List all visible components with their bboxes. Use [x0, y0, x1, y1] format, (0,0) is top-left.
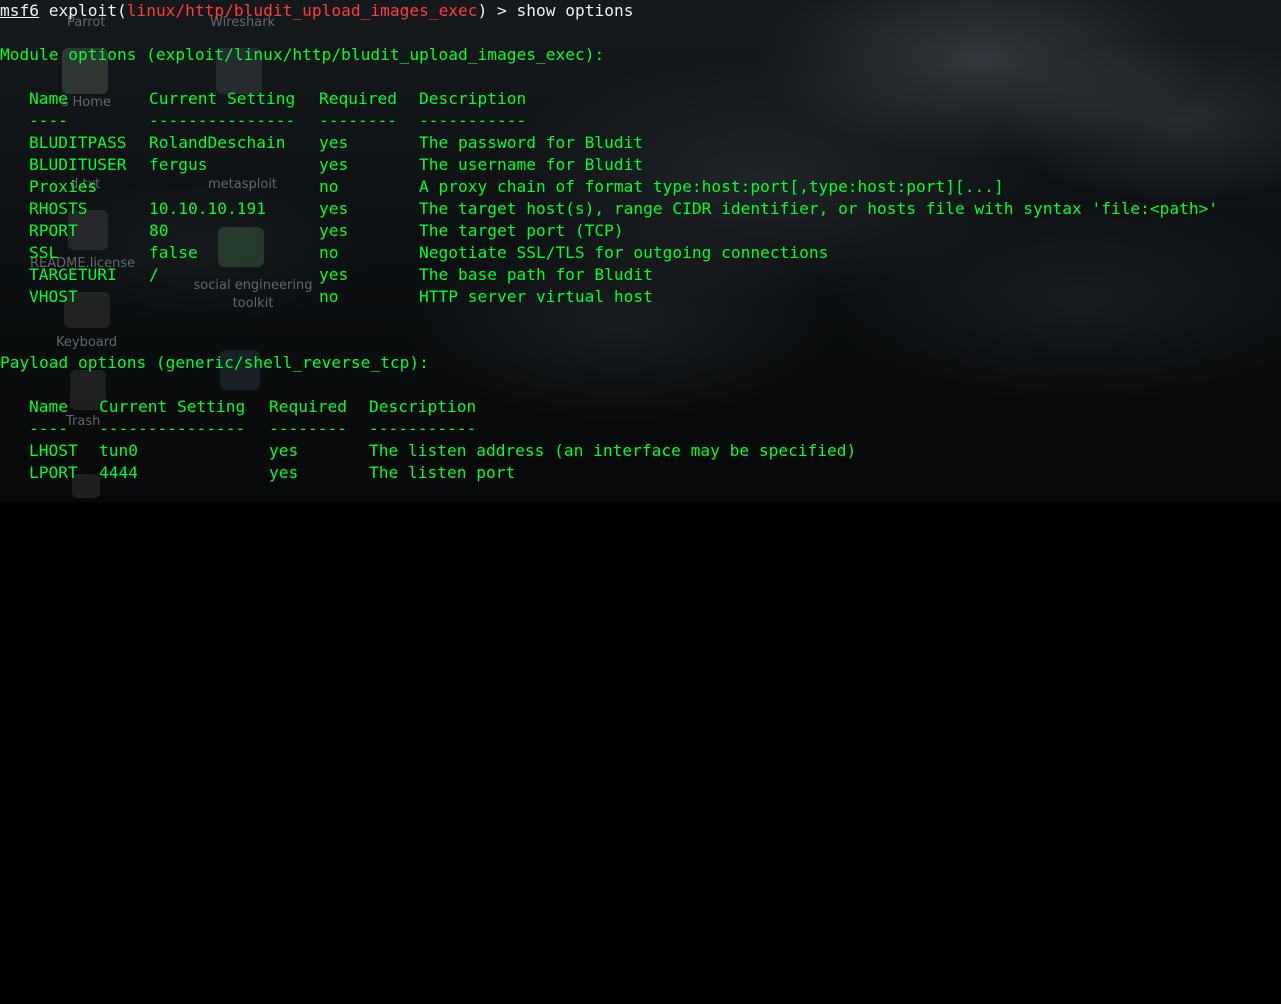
payload-row-description: The listen port [369, 463, 516, 482]
module-options-title: Module options (exploit/linux/http/bludi… [0, 45, 605, 64]
module-row-name: Proxies [29, 177, 98, 196]
module-row-required: yes [319, 221, 349, 240]
module-row-current-setting: 10.10.10.191 [149, 199, 266, 218]
command-line: msf6 exploit(linux/http/bludit_upload_im… [0, 0, 634, 22]
module-row-required: yes [319, 265, 349, 284]
payload-header-name: Name [29, 397, 68, 416]
module-path: linux/http/bludit_upload_images_exec [126, 1, 478, 20]
command-prefix: exploit( [38, 1, 127, 20]
module-row-current-setting: false [149, 243, 198, 262]
payload-row-description: The listen address (an interface may be … [369, 441, 857, 460]
payload-separator-required: -------- [269, 419, 347, 438]
payload-row-name: LHOST [29, 441, 78, 460]
module-row-name: RHOSTS [29, 199, 88, 218]
module-row-current-setting: RolandDeschain [149, 133, 286, 152]
module-row-current-setting: fergus [149, 155, 208, 174]
module-row-name: BLUDITUSER [29, 155, 127, 174]
command-suffix: ) > show options [477, 1, 634, 20]
module-row-required: no [319, 243, 339, 262]
module-row-required: yes [319, 155, 349, 174]
module-separator-name: ---- [29, 111, 68, 130]
module-row-required: yes [319, 133, 349, 152]
module-header-current-setting: Current Setting [149, 89, 296, 108]
terminal[interactable]: msf6 exploit(linux/http/bludit_upload_im… [0, 0, 1281, 502]
module-row-required: no [319, 177, 339, 196]
msf-prompt: msf6 [0, 1, 39, 20]
module-separator-required: -------- [319, 111, 397, 130]
module-header-name: Name [29, 89, 68, 108]
module-row-description: HTTP server virtual host [419, 287, 653, 306]
module-header-required: Required [319, 89, 397, 108]
module-row-name: TARGETURI [29, 265, 117, 284]
payload-header-current-setting: Current Setting [99, 397, 246, 416]
module-row-description: A proxy chain of format type:host:port[,… [419, 177, 1004, 196]
module-row-description: The target host(s), range CIDR identifie… [419, 199, 1219, 218]
payload-separator-description: ----------- [369, 419, 477, 438]
payload-row-required: yes [269, 441, 299, 460]
payload-row-name: LPORT [29, 463, 78, 482]
module-row-description: The base path for Bludit [419, 265, 653, 284]
payload-header-description: Description [369, 397, 477, 416]
module-row-name: SSL [29, 243, 59, 262]
payload-separator-current-setting: --------------- [99, 419, 246, 438]
payload-options-title: Payload options (generic/shell_reverse_t… [0, 353, 429, 372]
module-row-required: no [319, 287, 339, 306]
module-row-description: The target port (TCP) [419, 221, 624, 240]
module-row-current-setting: / [149, 265, 159, 284]
module-row-description: The password for Bludit [419, 133, 644, 152]
module-row-required: yes [319, 199, 349, 218]
payload-row-required: yes [269, 463, 299, 482]
module-separator-description: ----------- [419, 111, 527, 130]
payload-header-required: Required [269, 397, 347, 416]
module-separator-current-setting: --------------- [149, 111, 296, 130]
payload-row-current-setting: tun0 [99, 441, 138, 460]
module-header-description: Description [419, 89, 527, 108]
module-row-description: The username for Bludit [419, 155, 644, 174]
module-row-name: RPORT [29, 221, 78, 240]
payload-separator-name: ---- [29, 419, 68, 438]
module-row-name: VHOST [29, 287, 78, 306]
module-row-current-setting: 80 [149, 221, 169, 240]
module-row-description: Negotiate SSL/TLS for outgoing connectio… [419, 243, 829, 262]
module-row-name: BLUDITPASS [29, 133, 127, 152]
payload-row-current-setting: 4444 [99, 463, 138, 482]
